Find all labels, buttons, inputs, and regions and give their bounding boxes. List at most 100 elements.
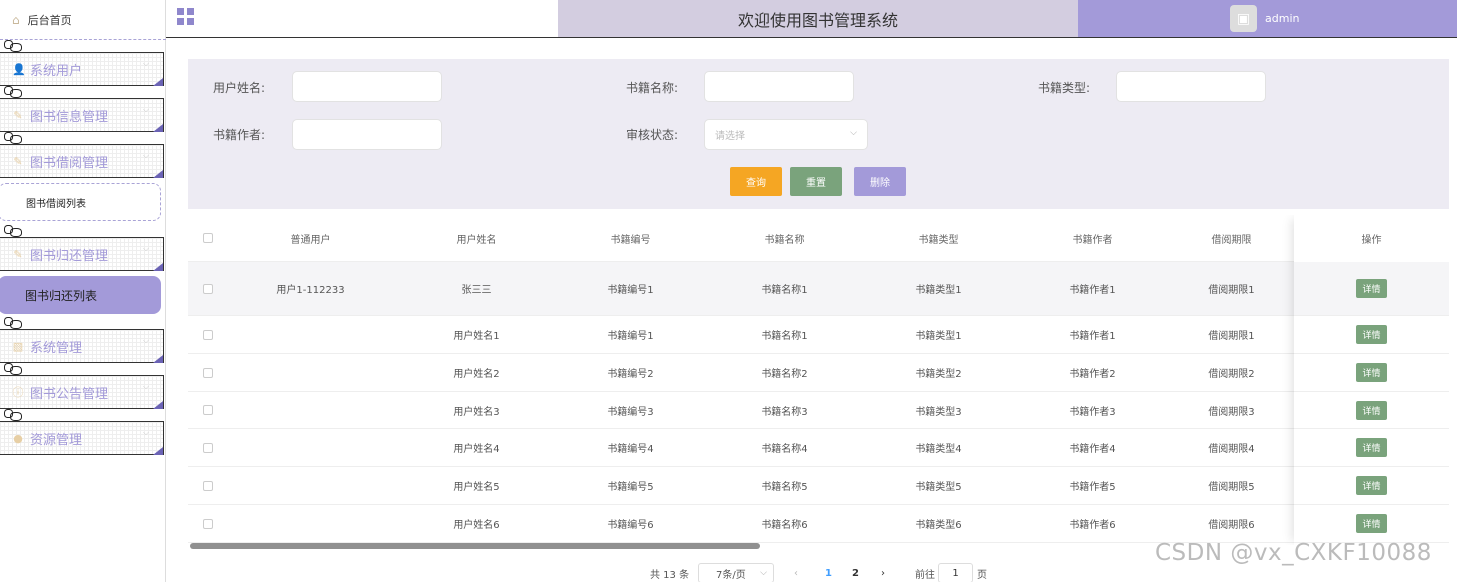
operation-cell: 详情	[1294, 316, 1449, 353]
table-cell: 借阅期限1	[1208, 285, 1255, 296]
table-cell	[233, 354, 388, 391]
table-cell: 书籍类型5	[915, 482, 962, 493]
checkbox[interactable]	[203, 367, 213, 378]
page-title: 欢迎使用图书管理系统	[558, 0, 1078, 37]
table-cell	[233, 392, 388, 428]
table-row[interactable]: 用户姓名1 书籍编号1 书籍名称1 书籍类型1 书籍作者1 借阅期限1 详情	[188, 316, 1449, 354]
table-cell: 书籍名称1	[761, 331, 808, 342]
column-header: 用户姓名	[456, 234, 497, 246]
checkbox[interactable]	[203, 480, 213, 491]
chevron-down-icon: ⌵	[142, 59, 149, 68]
table-row[interactable]: 用户姓名2 书籍编号2 书籍名称2 书籍类型2 书籍作者2 借阅期限2 详情	[188, 354, 1449, 392]
goto-prefix: 前往	[915, 569, 935, 581]
user-name-label: 用户姓名:	[213, 80, 266, 95]
table-cell: 张三三	[461, 285, 492, 296]
select-all-checkbox-cell[interactable]	[188, 215, 228, 261]
edit-icon: ✎	[13, 108, 23, 122]
prev-page-icon[interactable]: ‹	[794, 563, 798, 582]
table-cell: 书籍名称4	[761, 444, 808, 455]
next-page-icon[interactable]: ›	[881, 563, 885, 582]
corner-fold	[153, 447, 163, 455]
detail-button[interactable]: 详情	[1356, 363, 1387, 382]
table-cell: 书籍作者1	[1069, 285, 1116, 296]
page-size-select[interactable]: 7条/页 ⌵	[698, 563, 774, 582]
row-checkbox-cell[interactable]	[188, 467, 228, 504]
sidebar-menu-1[interactable]: 👤 系统用户 ⌵	[0, 52, 164, 86]
row-checkbox-cell[interactable]	[188, 262, 228, 315]
row-checkbox-cell[interactable]	[188, 354, 228, 391]
sidebar-item-home[interactable]: ⌂ 后台首页	[0, 0, 166, 40]
goto-page-input[interactable]: 1	[938, 563, 973, 582]
table-cell: 书籍名称5	[761, 482, 808, 493]
table-row[interactable]: 用户姓名6 书籍编号6 书籍名称6 书籍类型6 书籍作者6 借阅期限6 详情	[188, 505, 1449, 543]
checkbox[interactable]	[203, 283, 213, 294]
operation-cell: 详情	[1294, 467, 1449, 504]
user-panel[interactable]: ▣ admin	[1078, 0, 1457, 37]
row-checkbox-cell[interactable]	[188, 392, 228, 428]
sidebar-sub-borrow-list[interactable]: 图书借阅列表	[0, 183, 161, 221]
horizontal-scrollbar[interactable]	[190, 543, 760, 549]
checkbox[interactable]	[203, 233, 213, 243]
page-2[interactable]: 2	[852, 563, 859, 582]
table-row[interactable]: 用户1-112233 张三三 书籍编号1 书籍名称1 书籍类型1 书籍作者1 借阅期限1 详情	[188, 262, 1449, 316]
table-cell	[233, 505, 388, 542]
page-1[interactable]: 1	[825, 563, 832, 582]
user-icon: 👤	[12, 62, 26, 76]
table-cell: 书籍名称6	[761, 520, 808, 531]
audit-status-select[interactable]: 请选择 ⌵	[704, 119, 868, 150]
sidebar-sub-return-list[interactable]: 图书归还列表	[0, 276, 161, 314]
detail-button[interactable]: 详情	[1356, 325, 1387, 344]
detail-button[interactable]: 详情	[1356, 400, 1387, 420]
table-cell: 书籍编号1	[607, 285, 654, 296]
menu-toggle-icon[interactable]	[177, 8, 194, 25]
watermark: CSDN @vx_CXKF10088	[1155, 540, 1432, 566]
reset-button[interactable]: 重置	[790, 167, 842, 196]
picture-icon: ▧	[12, 339, 24, 353]
sidebar-menu-label: 图书借阅管理	[30, 155, 109, 171]
checkbox[interactable]	[203, 442, 213, 453]
book-type-input[interactable]	[1116, 71, 1266, 102]
row-checkbox-cell[interactable]	[188, 316, 228, 353]
user-name-input[interactable]	[292, 71, 442, 102]
detail-button[interactable]: 详情	[1356, 438, 1387, 457]
column-header: 书籍名称	[764, 234, 805, 246]
sidebar-menu-2[interactable]: ✎ 图书信息管理 ⌵	[0, 98, 164, 132]
corner-fold	[153, 124, 163, 132]
book-name-label: 书籍名称:	[626, 80, 679, 95]
table-row[interactable]: 用户姓名4 书籍编号4 书籍名称4 书籍类型4 书籍作者4 借阅期限4 详情	[188, 429, 1449, 467]
column-header: 书籍编号	[610, 234, 651, 246]
sidebar-menu-4[interactable]: ✎ 图书归还管理 ⌵	[0, 237, 164, 271]
book-author-label: 书籍作者:	[213, 127, 266, 142]
chevron-down-icon: ⌵	[850, 128, 857, 138]
corner-fold	[153, 355, 163, 363]
table-row[interactable]: 用户姓名3 书籍编号3 书籍名称3 书籍类型3 书籍作者3 借阅期限3 详情	[188, 392, 1449, 429]
avatar: ▣	[1230, 5, 1257, 32]
sidebar-menu-5[interactable]: ▧ 系统管理 ⌵	[0, 329, 164, 363]
edit-icon: ✎	[13, 154, 23, 168]
table-cell: 书籍名称3	[761, 406, 808, 418]
username: admin	[1265, 12, 1300, 25]
pager-total: 共 13 条	[650, 569, 690, 581]
table-row[interactable]: 用户姓名5 书籍编号5 书籍名称5 书籍类型5 书籍作者5 借阅期限5 详情	[188, 467, 1449, 505]
detail-button[interactable]: 详情	[1356, 476, 1387, 495]
table-cell: 书籍类型1	[915, 331, 962, 342]
operation-cell: 详情	[1294, 262, 1449, 315]
sidebar-menu-7[interactable]: ● 资源管理 ⌵	[0, 421, 164, 455]
detail-button[interactable]: 详情	[1356, 514, 1387, 533]
checkbox[interactable]	[203, 518, 213, 529]
query-button[interactable]: 查询	[730, 167, 782, 196]
column-header: 书籍类型	[918, 234, 959, 246]
table-cell: 书籍作者3	[1069, 406, 1116, 418]
sidebar-menu-3[interactable]: ✎ 图书借阅管理 ⌵	[0, 144, 164, 178]
chevron-down-icon: ⌵	[142, 105, 149, 114]
detail-button[interactable]: 详情	[1356, 279, 1387, 298]
book-author-input[interactable]	[292, 119, 442, 150]
book-name-input[interactable]	[704, 71, 854, 102]
checkbox[interactable]	[203, 329, 213, 340]
row-checkbox-cell[interactable]	[188, 505, 228, 542]
sidebar-menu-label: 系统用户	[30, 63, 83, 79]
checkbox[interactable]	[203, 405, 213, 415]
row-checkbox-cell[interactable]	[188, 429, 228, 466]
sidebar-menu-6[interactable]: ⓘ 图书公告管理 ⌵	[0, 375, 164, 409]
delete-button[interactable]: 删除	[854, 167, 906, 196]
